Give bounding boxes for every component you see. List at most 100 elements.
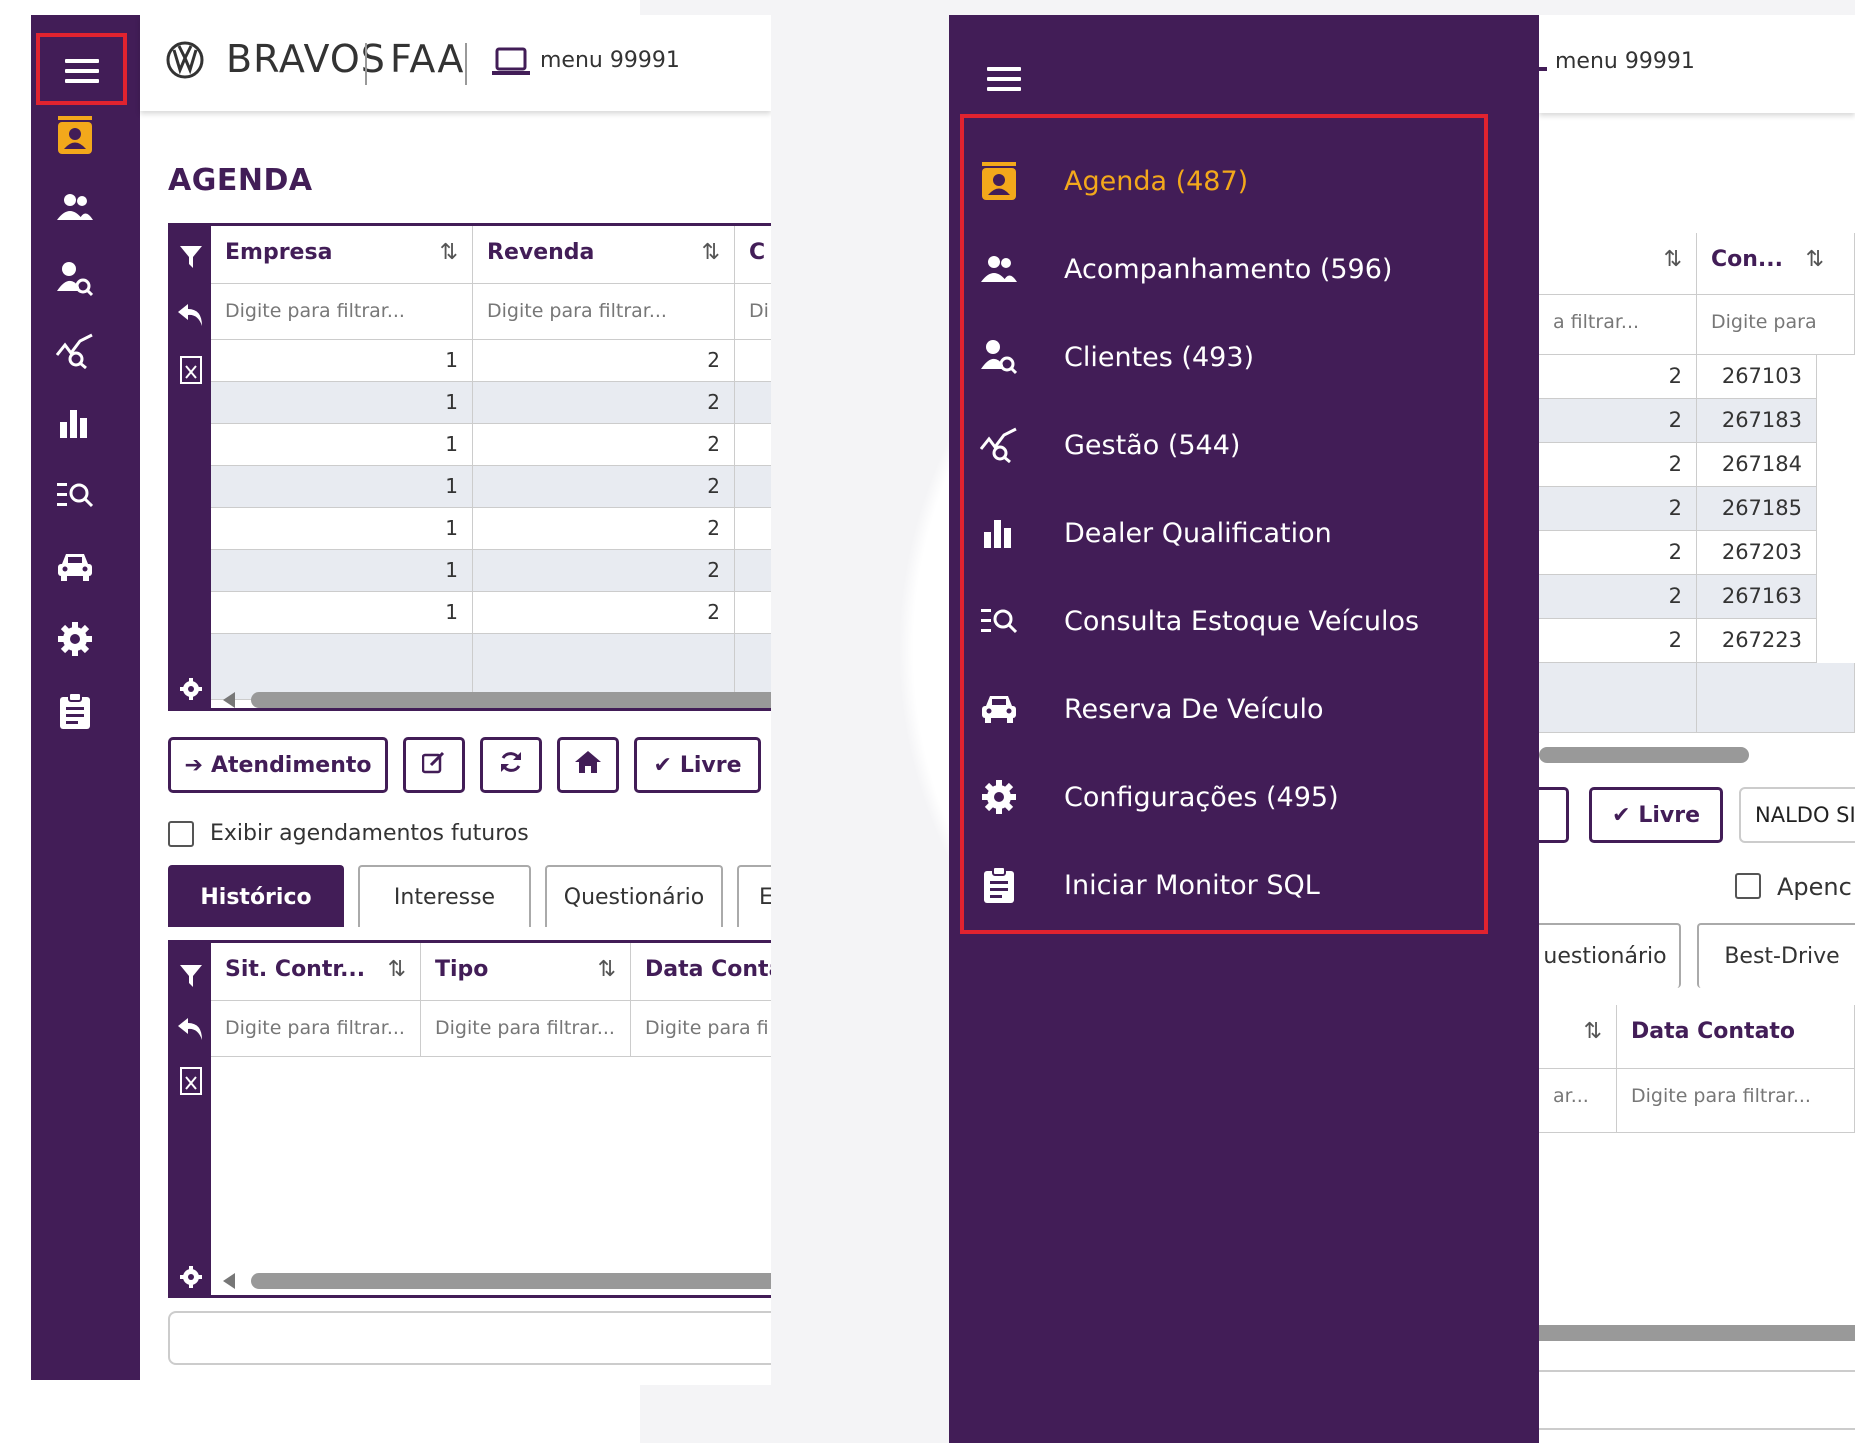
menu-item-gestao[interactable]: Gestão (544) xyxy=(979,415,1459,475)
filter-input[interactable]: ar... xyxy=(1539,1069,1617,1133)
sort-icon[interactable]: ⇅ xyxy=(388,957,406,982)
right-screen: menu 99991 ⇅ Con... ⇅ a filtrar... Digite… xyxy=(949,15,1855,1443)
filter-input-data-contato[interactable]: Digite para filtrar... xyxy=(1617,1069,1855,1133)
apenas-checkbox[interactable] xyxy=(1735,873,1761,899)
column-header-empresa[interactable]: Empresa ⇅ xyxy=(211,226,473,284)
column-header-con[interactable]: Con... ⇅ xyxy=(1697,233,1855,295)
hamburger-icon[interactable] xyxy=(987,67,1021,97)
column-header-c[interactable]: C xyxy=(735,226,771,284)
sort-icon[interactable]: ⇅ xyxy=(1664,247,1682,272)
undo-icon[interactable] xyxy=(178,304,204,330)
horizontal-scrollbar[interactable] xyxy=(1539,747,1749,763)
sort-icon[interactable]: ⇅ xyxy=(1584,1019,1602,1044)
scroll-left-icon[interactable] xyxy=(223,692,235,708)
filter-input-revenda[interactable]: Digite para filtrar... xyxy=(473,284,735,340)
sort-icon[interactable]: ⇅ xyxy=(1806,247,1824,272)
list-search-icon[interactable] xyxy=(55,475,95,515)
undo-icon[interactable] xyxy=(178,1018,204,1044)
filter-input-sit-contr[interactable]: Digite para filtrar... xyxy=(211,1001,421,1057)
menu-item-reserva-veiculo[interactable]: Reserva De Veículo xyxy=(979,679,1459,739)
horizontal-scrollbar[interactable] xyxy=(1539,1325,1855,1341)
menu-item-acompanhamento[interactable]: Acompanhamento (596) xyxy=(979,239,1459,299)
car-icon xyxy=(979,689,1019,729)
bar-chart-icon[interactable] xyxy=(55,403,95,443)
horizontal-scrollbar[interactable] xyxy=(251,1273,771,1289)
notes-field[interactable] xyxy=(168,1311,771,1365)
tab-questionario[interactable]: Questionário xyxy=(545,865,723,927)
history-grid: Sit. Contr... ⇅ Tipo ⇅ Data Conta Digite p… xyxy=(168,940,771,1298)
menu-item-consulta-estoque[interactable]: Consulta Estoque Veículos xyxy=(979,591,1459,651)
arrow-right-icon: ➔ xyxy=(184,752,203,778)
main-content: BRAVOS FAA menu 99991 AGENDA Empresa ⇅ Re… xyxy=(140,15,771,1385)
future-appointments-label: Exibir agendamentos futuros xyxy=(210,821,529,846)
check-icon: ✔ xyxy=(1611,802,1631,828)
tab-e[interactable]: E xyxy=(737,865,771,927)
laptop-icon xyxy=(492,47,530,81)
livre-button[interactable]: ✔ Livre xyxy=(1589,787,1723,843)
clipboard-icon[interactable] xyxy=(55,691,95,731)
user-search-icon[interactable] xyxy=(55,259,95,299)
future-appointments-checkbox[interactable] xyxy=(168,821,194,847)
contact-card-icon[interactable] xyxy=(55,115,95,155)
excel-export-icon[interactable] xyxy=(180,1067,202,1099)
excel-export-icon[interactable] xyxy=(180,356,202,388)
menu-item-dealer-qualification[interactable]: Dealer Qualification xyxy=(979,503,1459,563)
grid-settings-icon[interactable] xyxy=(180,1266,202,1292)
sort-icon[interactable]: ⇅ xyxy=(440,240,458,265)
filter-input-data-contato[interactable]: Digite para fi xyxy=(631,1001,771,1057)
notes-field[interactable] xyxy=(1539,1370,1855,1430)
user-name-field[interactable]: NALDO SI xyxy=(1739,787,1855,843)
menu-label[interactable]: menu 99991 xyxy=(1555,49,1695,74)
column-header-revenda[interactable]: Revenda ⇅ xyxy=(473,226,735,284)
user-search-icon xyxy=(979,337,1019,377)
page-title: AGENDA xyxy=(168,163,313,198)
column-header-data-contato[interactable]: Data Conta xyxy=(631,943,771,1001)
navigation-drawer: Agenda (487) Acompanhamento (596) Client… xyxy=(949,15,1539,1443)
empty-row xyxy=(1697,663,1855,733)
column-header-sit-contr[interactable]: Sit. Contr... ⇅ xyxy=(211,943,421,1001)
column-header-partial[interactable]: ⇅ xyxy=(1539,1005,1617,1069)
refresh-button[interactable] xyxy=(480,737,542,793)
car-icon[interactable] xyxy=(55,547,95,587)
grid-toolbar xyxy=(171,943,211,1295)
edit-button[interactable] xyxy=(403,737,465,793)
column-header-data-contato[interactable]: Data Contato xyxy=(1617,1005,1855,1069)
filter-input-con[interactable]: Digite para xyxy=(1697,295,1855,355)
edit-icon xyxy=(421,750,446,780)
grid-toolbar xyxy=(171,226,211,708)
menu-item-monitor-sql[interactable]: Iniciar Monitor SQL xyxy=(979,855,1459,915)
menu-item-label: Reserva De Veículo xyxy=(1064,693,1324,725)
menu-item-clientes[interactable]: Clientes (493) xyxy=(979,327,1459,387)
filter-icon[interactable] xyxy=(180,246,202,272)
menu-label[interactable]: menu 99991 xyxy=(540,48,680,73)
filter-input-c[interactable]: Di xyxy=(735,284,771,340)
group-icon[interactable] xyxy=(55,187,95,227)
grid-settings-icon[interactable] xyxy=(180,678,202,704)
atendimento-button[interactable]: ➔ Atendimento xyxy=(168,737,388,793)
column-header-tipo[interactable]: Tipo ⇅ xyxy=(421,943,631,1001)
filter-input-empresa[interactable]: Digite para filtrar... xyxy=(211,284,473,340)
tab-historico[interactable]: Histórico xyxy=(168,865,344,927)
menu-item-configuracoes[interactable]: Configurações (495) xyxy=(979,767,1459,827)
separator xyxy=(465,43,467,85)
menu-item-agenda[interactable]: Agenda (487) xyxy=(979,151,1459,211)
filter-icon[interactable] xyxy=(180,965,202,991)
home-button[interactable] xyxy=(557,737,619,793)
sort-icon[interactable]: ⇅ xyxy=(702,240,720,265)
sort-icon[interactable]: ⇅ xyxy=(598,957,616,982)
tab-interesse[interactable]: Interesse xyxy=(358,865,531,927)
horizontal-scrollbar[interactable] xyxy=(251,692,771,708)
gear-icon xyxy=(979,777,1019,817)
tab-best-drive[interactable]: Best-Drive xyxy=(1697,923,1855,988)
menu-toggle-highlight[interactable] xyxy=(36,33,127,105)
column-header-partial[interactable]: ⇅ xyxy=(1539,233,1697,295)
menu-item-label: Agenda (487) xyxy=(1064,165,1249,197)
tab-questionario[interactable]: uestionário xyxy=(1529,923,1681,988)
scroll-left-icon[interactable] xyxy=(223,1273,235,1289)
filter-input-tipo[interactable]: Digite para filtrar... xyxy=(421,1001,631,1057)
gear-icon[interactable] xyxy=(55,619,95,659)
filter-input[interactable]: a filtrar... xyxy=(1539,295,1697,355)
livre-button[interactable]: ✔ Livre xyxy=(634,737,761,793)
chart-search-icon[interactable] xyxy=(55,331,95,371)
hamburger-icon[interactable] xyxy=(65,59,99,89)
